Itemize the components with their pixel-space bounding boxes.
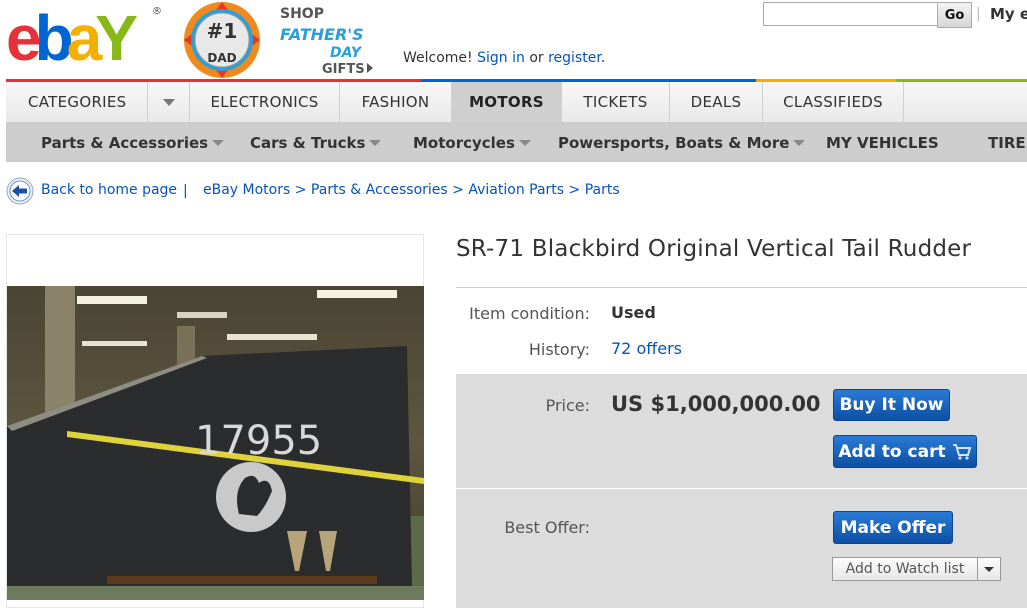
ebay-logo[interactable]: ebaY ® [6,0,161,70]
chevron-down-icon [518,139,531,146]
add-to-cart-label: Add to cart [838,441,946,462]
breadcrumb-arrow: > [568,182,581,198]
item-title: SR-71 Blackbird Original Vertical Tail R… [456,236,972,262]
or-text: or [529,50,544,66]
breadcrumb-separator: | [183,183,188,199]
tab-classifieds[interactable]: CLASSIFIEDS [763,82,904,122]
promo-arrow-icon [367,63,373,73]
main-nav: CATEGORIES ELECTRONICS FASHION MOTORS TI… [6,82,1027,123]
header-separator: | [976,6,981,22]
svg-text:ebaY: ebaY [6,2,137,70]
history-label: History: [528,340,590,359]
chevron-down-icon [162,98,175,106]
fathers-day-promo[interactable]: #1 DAD SHOP FATHER'S DAY GIFTS [170,0,380,80]
chevron-down-icon [212,139,225,146]
best-offer-label: Best Offer: [504,518,590,537]
title-divider [456,287,1027,288]
tab-deals-label: DEALS [690,93,742,111]
tab-electronics-label: ELECTRONICS [210,93,319,111]
my-ebay-link[interactable]: My e [990,5,1027,23]
back-arrow-icon[interactable] [6,177,34,205]
sub-nav: Parts & Accessories Cars & Trucks Motorc… [6,123,1027,162]
item-photo[interactable]: 17955 [7,286,424,600]
buy-it-now-button[interactable]: Buy It Now [833,389,950,421]
cart-icon [952,443,971,460]
promo-fathers: FATHER'S [280,25,364,44]
subnav-parts-label: Parts & Accessories [41,133,209,152]
best-offer-panel [456,489,1027,608]
welcome-prefix: Welcome! [403,50,473,66]
register-link[interactable]: register [548,50,601,66]
make-offer-button[interactable]: Make Offer [833,511,953,544]
promo-shop: SHOP [280,6,324,22]
watch-list-dropdown[interactable] [978,557,1001,581]
add-to-watch-list-button[interactable]: Add to Watch list [832,557,978,581]
badge-number: #1 [207,19,238,43]
back-to-home-link[interactable]: Back to home page [41,182,177,198]
sign-in-link[interactable]: Sign in [477,50,525,66]
welcome-text: Welcome! Sign in or register. [403,50,605,66]
svg-text:®: ® [152,6,161,17]
period-text: . [600,50,606,66]
subnav-powersports-label: Powersports, Boats & More [558,133,790,152]
breadcrumb: eBay Motors > Parts & Accessories > Avia… [203,182,620,198]
make-offer-label: Make Offer [840,517,946,538]
breadcrumb-arrow: > [294,182,307,198]
subnav-motorcycles-label: Motorcycles [413,133,515,152]
buy-it-now-label: Buy It Now [839,395,944,415]
tab-tickets-label: TICKETS [583,93,648,111]
subnav-tire-label: TIRE [988,133,1026,152]
tab-fashion-label: FASHION [361,93,430,111]
chevron-down-icon [793,139,806,146]
tab-motors-label: MOTORS [469,93,544,111]
tab-deals[interactable]: DEALS [670,82,763,122]
promo-gifts: GIFTS [322,62,365,77]
fathers-day-badge-icon: #1 DAD SHOP FATHER'S DAY GIFTS [184,2,373,78]
categories-dropdown[interactable] [148,82,190,122]
subnav-my-vehicles[interactable]: MY VEHICLES [826,123,939,162]
subnav-my-vehicles-label: MY VEHICLES [826,133,939,152]
chevron-down-icon [984,566,994,572]
chevron-down-icon [369,139,382,146]
tab-tickets[interactable]: TICKETS [562,82,670,122]
promo-day: DAY [330,45,363,61]
breadcrumb-ebay-motors[interactable]: eBay Motors [203,182,290,198]
condition-label: Item condition: [469,304,590,323]
breadcrumb-parts[interactable]: Parts [585,182,620,198]
tab-categories[interactable]: CATEGORIES [6,82,148,122]
tab-electronics[interactable]: ELECTRONICS [190,82,340,122]
subnav-parts-accessories[interactable]: Parts & Accessories [41,123,225,162]
subnav-cars-label: Cars & Trucks [250,133,366,152]
subnav-tire[interactable]: TIRE [988,123,1026,162]
tab-motors[interactable]: MOTORS [452,82,562,122]
subnav-powersports[interactable]: Powersports, Boats & More [558,123,806,162]
tab-categories-label: CATEGORIES [28,93,127,111]
badge-dad: DAD [207,51,236,65]
price-value: US $1,000,000.00 [611,392,821,416]
go-button[interactable]: Go [937,2,972,28]
tail-number: 17955 [195,418,322,464]
breadcrumb-parts-accessories[interactable]: Parts & Accessories [311,182,448,198]
tab-fashion[interactable]: FASHION [340,82,452,122]
breadcrumb-aviation-parts[interactable]: Aviation Parts [468,182,564,198]
subnav-motorcycles[interactable]: Motorcycles [413,123,531,162]
search-input[interactable] [763,2,937,26]
add-to-cart-button[interactable]: Add to cart [833,435,977,468]
condition-value: Used [611,303,656,322]
history-offers-link[interactable]: 72 offers [611,339,682,358]
subnav-cars-trucks[interactable]: Cars & Trucks [250,123,382,162]
breadcrumb-arrow: > [452,182,464,198]
price-label: Price: [545,396,590,415]
tab-classifieds-label: CLASSIFIEDS [783,93,883,111]
